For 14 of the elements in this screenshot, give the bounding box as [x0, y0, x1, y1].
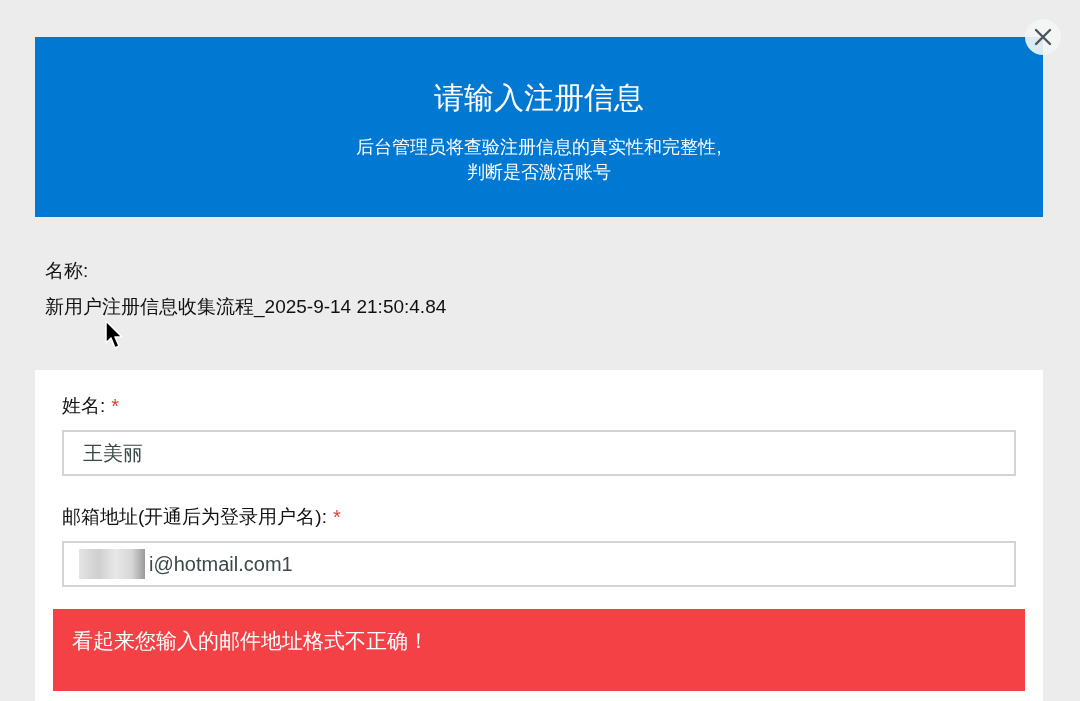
required-asterisk: * [332, 505, 341, 530]
input-field[interactable]: 王美丽 [62, 430, 1016, 476]
header-subtitle: 后台管理员将查验注册信息的真实性和完整性, 判断是否激活账号 [356, 136, 722, 184]
error-message: 看起来您输入的邮件地址格式不正确！ [53, 609, 1025, 691]
close-icon [1034, 28, 1052, 46]
field-label: 邮箱地址(开通后为登录用户名): [62, 505, 327, 529]
record-name-value: 新用户注册信息收集流程_2025-9-14 21:50:4.84 [45, 296, 447, 318]
record-name-label: 名称: [45, 259, 89, 283]
close-button[interactable] [1025, 19, 1061, 55]
mouse-cursor-icon [105, 320, 123, 350]
required-asterisk: * [111, 394, 120, 419]
header-title: 请输入注册信息 [434, 80, 644, 116]
field-label: 姓名: [62, 394, 106, 418]
input-field[interactable]: i@hotmail.com1 [62, 541, 1016, 587]
